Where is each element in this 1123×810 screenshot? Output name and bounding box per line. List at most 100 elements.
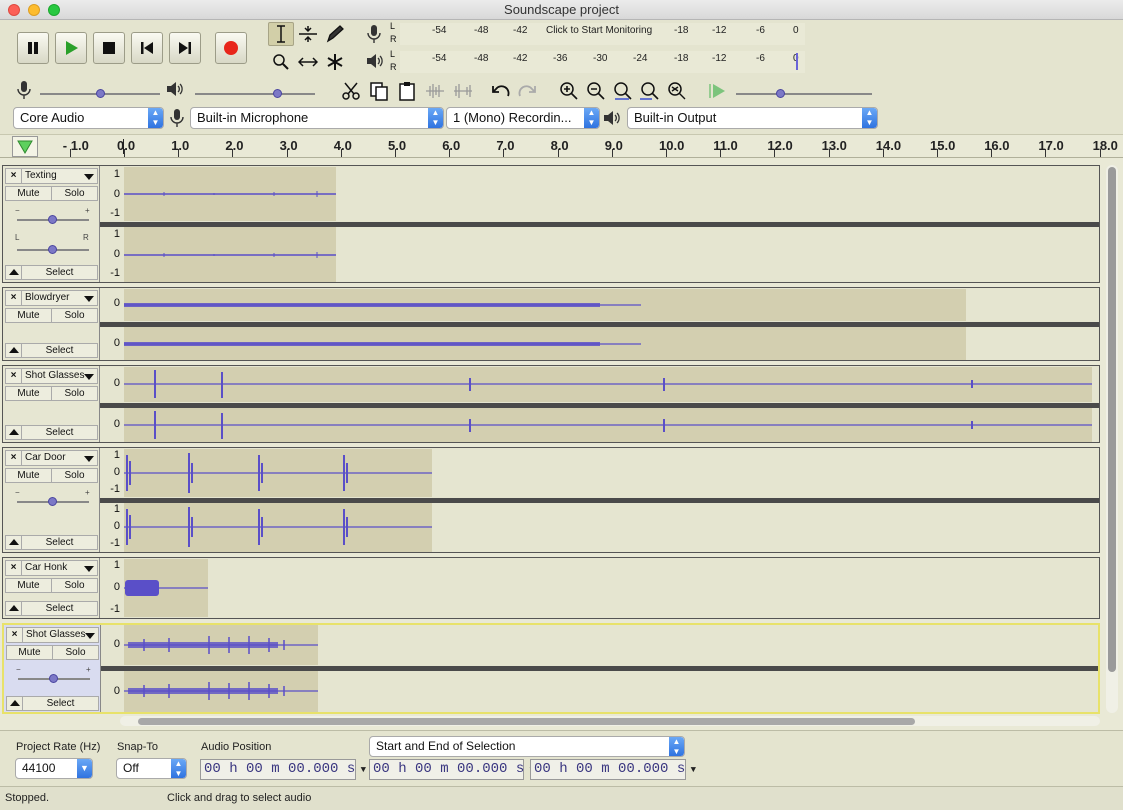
minimize-window-button[interactable] <box>28 4 40 16</box>
slider-thumb[interactable] <box>49 674 58 683</box>
snap-to-select[interactable]: Off ▲ ▼ <box>116 758 187 779</box>
select-track-button[interactable]: Select <box>6 696 99 711</box>
solo-button[interactable]: Solo <box>51 308 98 323</box>
track-name-menu[interactable]: × Texting <box>5 168 98 184</box>
gain-slider[interactable] <box>18 674 90 683</box>
slider-thumb[interactable] <box>273 89 282 98</box>
track-name-menu[interactable]: × Car Door <box>5 450 98 466</box>
audio-clip[interactable] <box>124 327 966 360</box>
play-speed-slider[interactable] <box>736 89 872 98</box>
gain-slider[interactable] <box>17 215 89 224</box>
solo-button[interactable]: Solo <box>51 578 98 593</box>
copy-button[interactable] <box>366 78 392 104</box>
audio-clip[interactable] <box>124 625 318 665</box>
horizontal-scrollbar[interactable] <box>120 716 1100 726</box>
slider-thumb[interactable] <box>48 497 57 506</box>
track-shot-glasses[interactable]: × Shot Glasses Mute Solo Select 0 0 <box>2 365 1100 443</box>
track-name-menu[interactable]: × Car Honk <box>5 560 98 576</box>
track-texting[interactable]: × Texting Mute Solo − + L R Select 1 0 -1… <box>2 165 1100 283</box>
pause-button[interactable] <box>17 32 49 64</box>
start-monitoring-label[interactable]: Click to Start Monitoring <box>546 25 652 36</box>
track-blowdryer[interactable]: × Blowdryer Mute Solo Select 0 0 <box>2 287 1100 361</box>
timeline-ruler[interactable]: - 1.0 0.0 1.0 2.0 3.0 4.0 5.0 6.0 7.0 8.0 9.0 10.0 1… <box>0 135 1123 158</box>
close-track-button[interactable]: × <box>6 561 22 575</box>
paste-button[interactable] <box>394 78 420 104</box>
recording-channels-select[interactable]: 1 (Mono) Recordin... ▲ ▼ <box>446 107 600 129</box>
horizontal-scroll-thumb[interactable] <box>138 718 915 725</box>
record-button[interactable] <box>215 32 247 64</box>
audio-clip[interactable] <box>124 559 208 617</box>
vertical-scroll-thumb[interactable] <box>1108 167 1116 672</box>
slider-thumb[interactable] <box>48 245 57 254</box>
select-track-button[interactable]: Select <box>5 535 98 550</box>
audio-clip[interactable] <box>124 227 336 282</box>
selection-mode-select[interactable]: Start and End of Selection ▲ ▼ <box>369 736 685 757</box>
playback-meter-speaker-icon[interactable] <box>366 52 384 73</box>
zoom-toggle-button[interactable] <box>664 78 690 104</box>
zoom-tool[interactable] <box>268 50 294 74</box>
close-track-button[interactable]: × <box>6 291 22 305</box>
zoom-window-button[interactable] <box>48 4 60 16</box>
close-track-button[interactable]: × <box>7 628 23 642</box>
track-name-menu[interactable]: × Blowdryer <box>5 290 98 306</box>
silence-button[interactable] <box>450 78 476 104</box>
vertical-scrollbar[interactable] <box>1106 165 1118 713</box>
pan-slider[interactable] <box>17 245 89 254</box>
solo-button[interactable]: Solo <box>51 468 98 483</box>
recording-device-select[interactable]: Built-in Microphone ▲ ▼ <box>190 107 444 129</box>
gain-slider[interactable] <box>17 497 89 506</box>
mute-button[interactable]: Mute <box>5 308 52 323</box>
undo-button[interactable] <box>488 78 514 104</box>
track-name-menu[interactable]: × Shot Glasses <box>5 368 98 384</box>
track-name-menu[interactable]: × Shot Glasses <box>6 627 99 643</box>
time-shift-tool[interactable] <box>295 50 321 74</box>
mute-button[interactable]: Mute <box>5 468 52 483</box>
selection-start-field[interactable]: 00 h 00 m 00.000 s ▼ <box>369 759 535 780</box>
close-track-button[interactable]: × <box>6 169 22 183</box>
zoom-in-button[interactable] <box>556 78 582 104</box>
zoom-out-button[interactable] <box>583 78 609 104</box>
solo-button[interactable]: Solo <box>52 645 99 660</box>
audio-clip[interactable] <box>124 367 1092 402</box>
track-car-honk[interactable]: × Car Honk Mute Solo Select 1 0 -1 <box>2 557 1100 619</box>
play-button[interactable] <box>55 32 87 64</box>
timeline-options-button[interactable] <box>12 136 38 157</box>
track-car-door[interactable]: × Car Door Mute Solo − + Select 1 0 -1 1 … <box>2 447 1100 553</box>
solo-button[interactable]: Solo <box>51 186 98 201</box>
close-window-button[interactable] <box>8 4 20 16</box>
skip-to-end-button[interactable] <box>169 32 201 64</box>
play-at-speed-button[interactable] <box>704 78 730 104</box>
slider-thumb[interactable] <box>48 215 57 224</box>
audio-clip[interactable] <box>124 671 318 712</box>
cut-button[interactable] <box>338 78 364 104</box>
multi-tool[interactable] <box>322 50 348 74</box>
audio-position-field[interactable]: 00 h 00 m 00.000 s ▼ <box>200 759 366 780</box>
record-meter[interactable]: -54 -48 -42 Click to Start Monitoring -1… <box>400 23 805 45</box>
playback-meter[interactable]: -54 -48 -42 -36 -30 -24 -18 -12 -6 0 <box>400 51 805 73</box>
audio-clip[interactable] <box>124 503 432 552</box>
solo-button[interactable]: Solo <box>51 386 98 401</box>
skip-to-start-button[interactable] <box>131 32 163 64</box>
project-rate-select[interactable]: 44100 ▼ <box>15 758 93 779</box>
record-meter-mic-icon[interactable] <box>366 24 382 47</box>
track-shot-glasses-2[interactable]: × Shot Glasses Mute Solo − + Select 0 0 <box>2 623 1100 714</box>
slider-thumb[interactable] <box>96 89 105 98</box>
playback-device-select[interactable]: Built-in Output ▲ ▼ <box>627 107 878 129</box>
trim-button[interactable] <box>422 78 448 104</box>
selection-end-field[interactable]: 00 h 00 m 00.000 s ▼ <box>530 759 696 780</box>
draw-tool[interactable] <box>322 22 348 46</box>
input-volume-slider[interactable] <box>40 89 160 98</box>
selection-tool[interactable] <box>268 22 294 46</box>
audio-clip[interactable] <box>124 289 966 321</box>
fit-project-button[interactable] <box>637 78 663 104</box>
stop-button[interactable] <box>93 32 125 64</box>
envelope-tool[interactable] <box>295 22 321 46</box>
audio-clip[interactable] <box>124 449 432 497</box>
select-track-button[interactable]: Select <box>5 343 98 358</box>
close-track-button[interactable]: × <box>6 369 22 383</box>
audio-clip[interactable] <box>124 408 1092 442</box>
mute-button[interactable]: Mute <box>5 578 52 593</box>
mute-button[interactable]: Mute <box>5 186 52 201</box>
mute-button[interactable]: Mute <box>6 645 53 660</box>
audio-clip[interactable] <box>124 167 336 221</box>
